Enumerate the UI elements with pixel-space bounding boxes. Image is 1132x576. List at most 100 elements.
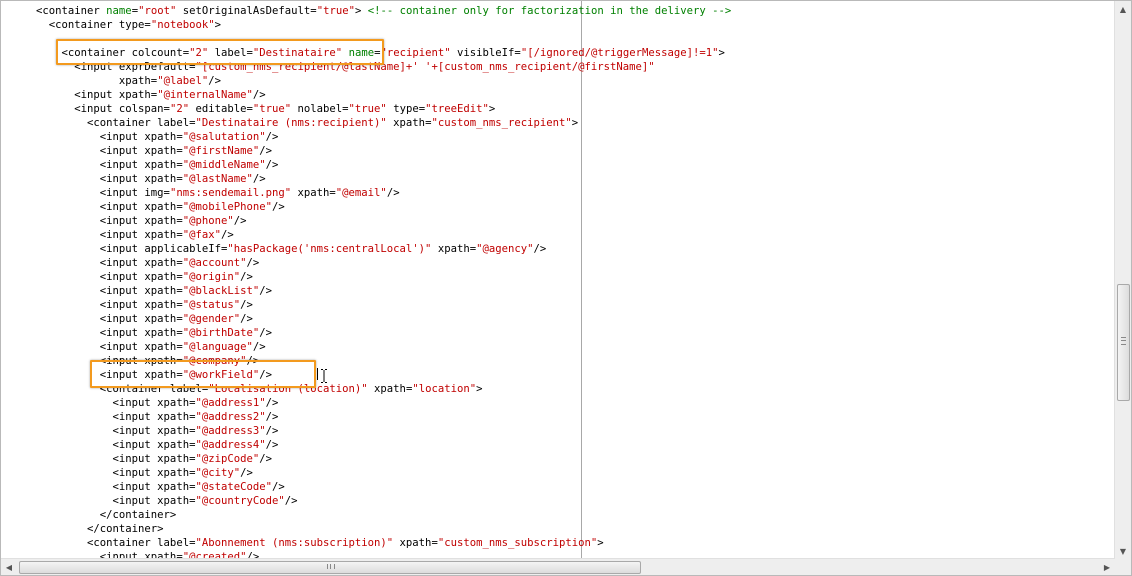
code-line: <input xpath="@status"/> <box>36 298 253 312</box>
code-editor[interactable]: <container name="root" setOriginalAsDefa… <box>1 1 1115 559</box>
code-token: /> <box>272 201 285 213</box>
code-line: <input xpath="@phone"/> <box>36 214 247 228</box>
code-token: <input xpath= <box>36 327 183 339</box>
code-token: <input xpath= <box>36 313 183 325</box>
code-line: <input xpath="@address4"/> <box>36 438 279 452</box>
code-token: <input applicableIf= <box>36 243 228 255</box>
code-token: "[/ignored/@triggerMessage]!=1" <box>520 47 719 59</box>
code-token: /> <box>252 173 266 185</box>
code-token: /> <box>252 341 266 353</box>
code-token: <input xpath= <box>36 453 196 465</box>
code-token: /> <box>284 495 298 507</box>
code-token: visibleIf= <box>450 47 521 59</box>
code-token: <input xpath= <box>36 355 183 367</box>
code-token: > <box>597 537 604 549</box>
code-line: <input colspan="2" editable="true" nolab… <box>36 102 495 116</box>
code-token: "true" <box>316 5 355 17</box>
code-token: label= <box>208 47 253 59</box>
code-token: <input xpath= <box>36 131 183 143</box>
code-token: "@salutation" <box>182 131 266 143</box>
code-token: /> <box>259 327 273 339</box>
code-token: /> <box>265 131 279 143</box>
code-line: <input xpath="@middleName"/> <box>36 158 279 172</box>
scroll-right-arrow-icon[interactable]: ▶ <box>1099 559 1115 575</box>
code-token: <input xpath= <box>36 215 183 227</box>
code-token: "@status" <box>182 299 241 311</box>
code-token: <input xpath= <box>36 173 183 185</box>
code-token: "@address2" <box>195 411 266 423</box>
code-token: "@mobilePhone" <box>182 201 272 213</box>
code-token: "hasPackage('nms:centralLocal')" <box>227 243 432 255</box>
vertical-scroll-thumb[interactable] <box>1117 284 1130 401</box>
code-line: <input xpath="@lastName"/> <box>36 172 266 186</box>
code-token: > <box>718 47 725 59</box>
code-token: /> <box>240 299 253 311</box>
code-token: <input xpath= <box>36 89 158 101</box>
code-token: xpath= <box>367 383 413 395</box>
vertical-scrollbar[interactable]: ▲ ▼ <box>1114 1 1131 559</box>
code-token: /> <box>533 243 547 255</box>
code-token: <input xpath= <box>36 397 196 409</box>
code-line: <input xpath="@account"/> <box>36 256 259 270</box>
code-token: /> <box>240 271 253 283</box>
code-token: "nms:sendemail.png" <box>169 187 292 199</box>
code-token: <input exprDefault= <box>36 61 196 73</box>
code-line: <input xpath="@company"/> <box>36 354 259 368</box>
code-token: "@address3" <box>195 425 266 437</box>
code-token: <input xpath= <box>36 145 183 157</box>
code-line: <container name="root" setOriginalAsDefa… <box>36 4 731 18</box>
code-token: <input xpath= <box>36 285 183 297</box>
code-token: "@gender" <box>182 313 241 325</box>
code-token: "@address1" <box>195 397 266 409</box>
code-token: setOriginalAsDefault= <box>176 5 317 17</box>
code-token: <input xpath= <box>36 467 196 479</box>
text-caret <box>317 368 318 380</box>
code-token: <input xpath= <box>36 201 183 213</box>
code-token: /> <box>220 229 234 241</box>
code-token: "@stateCode" <box>195 481 272 493</box>
code-line: <input xpath="@workField"/> <box>36 368 272 382</box>
code-line: <input xpath="@countryCode"/> <box>36 494 298 508</box>
code-token: "@phone" <box>182 215 234 227</box>
code-token: "@fax" <box>182 229 221 241</box>
code-token: "@countryCode" <box>195 495 285 507</box>
code-token: xpath= <box>291 187 336 199</box>
code-line: <input xpath="@mobilePhone"/> <box>36 200 285 214</box>
code-token: /> <box>265 439 279 451</box>
code-token: "@birthDate" <box>182 327 260 339</box>
code-token: /> <box>246 355 260 367</box>
code-token: </container> <box>36 523 164 535</box>
code-token: <input xpath= <box>36 257 183 269</box>
code-token: xpath= <box>36 75 158 87</box>
code-line: </container> <box>36 508 177 522</box>
code-token: nolabel= <box>291 103 349 115</box>
code-token: name <box>106 5 132 17</box>
code-token: "@email" <box>335 187 387 199</box>
code-line: <container colcount="2" label="Destinata… <box>36 46 725 60</box>
scroll-left-arrow-icon[interactable]: ◀ <box>1 559 17 575</box>
code-token: /> <box>265 425 279 437</box>
code-token: xpath= <box>386 117 432 129</box>
horizontal-scroll-thumb[interactable] <box>19 561 641 574</box>
code-token: "location" <box>412 383 477 395</box>
code-token: /> <box>252 89 266 101</box>
code-token: "@middleName" <box>182 159 266 171</box>
horizontal-scrollbar[interactable]: ◀ ▶ <box>1 558 1115 575</box>
code-token: "root" <box>138 5 177 17</box>
code-token: /> <box>240 313 253 325</box>
code-token: <input xpath= <box>36 411 196 423</box>
code-token: "Destinataire" <box>252 47 343 59</box>
print-margin-guide <box>581 1 582 559</box>
code-token: "@zipCode" <box>195 453 260 465</box>
code-line: <input exprDefault="[custom_nms_recipien… <box>36 60 654 74</box>
scroll-down-arrow-icon[interactable]: ▼ <box>1115 543 1131 559</box>
code-line: xpath="@label"/> <box>36 74 221 88</box>
scroll-up-arrow-icon[interactable]: ▲ <box>1115 1 1131 17</box>
code-token: <container type= <box>36 19 151 31</box>
code-line: </container> <box>36 522 164 536</box>
code-token: <container <box>36 5 107 17</box>
code-token: /> <box>265 159 279 171</box>
code-token: "@agency" <box>476 243 534 255</box>
code-token: "custom_nms_recipient" <box>431 117 572 129</box>
code-token: "@company" <box>182 355 247 367</box>
